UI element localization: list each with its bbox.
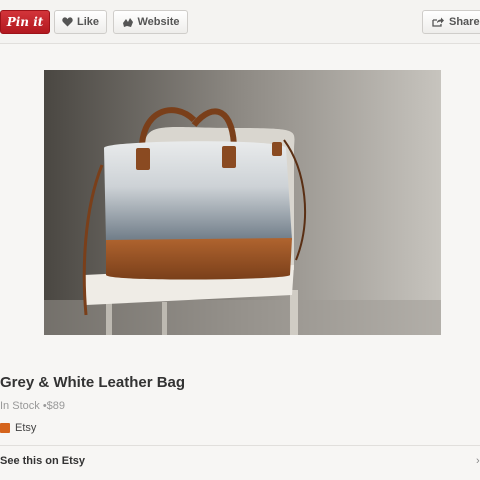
source-name: Etsy [15, 422, 37, 434]
price-text: $89 [46, 400, 66, 412]
pin-it-button[interactable]: Pin it [0, 10, 50, 34]
pin-it-label: Pin it [6, 15, 44, 29]
globe-icon [122, 17, 134, 28]
pin-toolbar: Pin it Like Website Share [0, 0, 480, 44]
product-title: Grey & White Leather Bag [0, 374, 186, 391]
product-photo[interactable] [44, 70, 441, 335]
share-arrow-icon [432, 17, 444, 27]
chevron-right-icon: › [476, 455, 480, 467]
heart-icon [62, 17, 73, 27]
product-meta: In Stock •$89 [0, 400, 65, 412]
share-button[interactable]: Share [422, 10, 480, 34]
divider [0, 445, 480, 446]
website-button[interactable]: Website [113, 10, 188, 34]
share-label: Share [449, 16, 480, 28]
availability-text: In Stock [0, 400, 40, 412]
source-row[interactable]: Etsy [0, 422, 36, 434]
website-label: Website [137, 16, 180, 28]
like-button[interactable]: Like [54, 10, 107, 34]
see-on-etsy-link[interactable]: See this on Etsy [0, 455, 85, 467]
etsy-icon [0, 423, 10, 433]
like-label: Like [76, 16, 99, 28]
